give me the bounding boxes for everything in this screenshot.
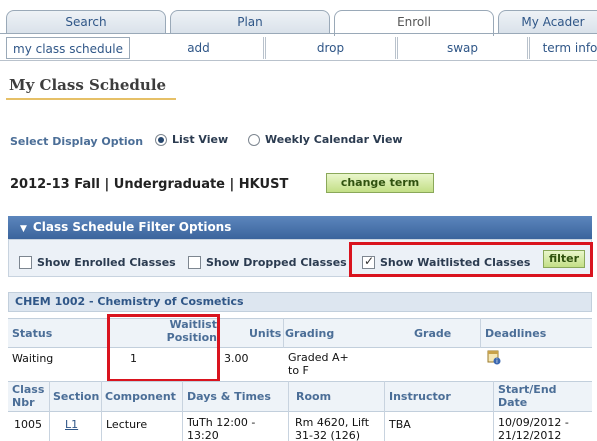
deadlines-header: Deadlines bbox=[485, 327, 547, 340]
filter-header-label: Class Schedule Filter Options bbox=[32, 220, 232, 234]
subtab-add[interactable]: add bbox=[134, 37, 266, 59]
show-dropped-checkbox[interactable] bbox=[188, 256, 201, 269]
grading-header: Grading bbox=[285, 327, 335, 340]
subtab-drop[interactable]: drop bbox=[266, 37, 398, 59]
weekly-calendar-radio[interactable] bbox=[248, 134, 260, 146]
triangle-down-icon: ▼ bbox=[20, 224, 27, 234]
list-view-radio[interactable] bbox=[155, 134, 167, 146]
tab-my-academics[interactable]: My Acader bbox=[498, 10, 597, 34]
highlight-box-filter bbox=[349, 242, 593, 277]
show-enrolled-checkbox[interactable] bbox=[19, 256, 32, 269]
term-text: 2012-13 Fall | Undergraduate | HKUST bbox=[10, 177, 289, 192]
units-value: 3.00 bbox=[224, 352, 249, 365]
status-header: Status bbox=[12, 327, 53, 340]
days-times-value: TuTh 12:00 - 13:20 bbox=[187, 416, 256, 441]
col-divider bbox=[493, 381, 494, 441]
class-nbr-value: 1005 bbox=[14, 418, 42, 431]
weekly-calendar-label[interactable]: Weekly Calendar View bbox=[265, 133, 403, 146]
tab-search[interactable]: Search bbox=[6, 10, 166, 34]
tab-plan[interactable]: Plan bbox=[170, 10, 330, 34]
col-divider bbox=[480, 318, 481, 348]
status-value: Waiting bbox=[12, 352, 54, 365]
show-enrolled-label: Show Enrolled Classes bbox=[37, 256, 176, 269]
display-option-label: Select Display Option bbox=[10, 135, 144, 148]
subtab-divider bbox=[0, 60, 597, 61]
component-header: Component bbox=[105, 390, 176, 403]
start-end-date-value: 10/09/2012 - 21/12/2012 bbox=[498, 416, 569, 441]
subtab-swap[interactable]: swap bbox=[398, 37, 530, 59]
section-link[interactable]: L1 bbox=[65, 418, 78, 431]
class-nbr-header: Class Nbr bbox=[12, 383, 45, 409]
course-title: CHEM 1002 - Chemistry of Cosmetics bbox=[8, 292, 592, 312]
instructor-value: TBA bbox=[389, 418, 411, 431]
page-title: My Class Schedule bbox=[9, 76, 167, 94]
col-divider bbox=[49, 381, 50, 441]
instructor-header: Instructor bbox=[389, 390, 451, 403]
col-divider bbox=[101, 381, 102, 441]
units-header: Units bbox=[249, 327, 282, 340]
grade-header: Grade bbox=[414, 327, 452, 340]
start-end-date-header: Start/End Date bbox=[498, 383, 557, 409]
subtab-my-class-schedule[interactable]: my class schedule bbox=[6, 37, 130, 59]
calendar-icon[interactable]: i bbox=[487, 350, 501, 365]
col-divider bbox=[182, 381, 183, 441]
component-value: Lecture bbox=[106, 418, 148, 431]
title-underline bbox=[6, 98, 176, 100]
subtab-term-info[interactable]: term info bbox=[530, 37, 597, 59]
room-value: Rm 4620, Lift 31-32 (126) bbox=[295, 416, 370, 441]
room-header: Room bbox=[296, 390, 332, 403]
col-divider bbox=[288, 381, 289, 441]
filter-options-header[interactable]: ▼ Class Schedule Filter Options bbox=[8, 216, 592, 239]
col-divider bbox=[384, 381, 385, 441]
list-view-label[interactable]: List View bbox=[172, 133, 228, 146]
tab-divider bbox=[0, 33, 597, 34]
change-term-button[interactable]: change term bbox=[326, 173, 434, 193]
highlight-box-waitlist bbox=[107, 314, 220, 382]
grading-value: Graded A+ to F bbox=[288, 351, 349, 377]
section-header: Section bbox=[53, 390, 100, 403]
show-dropped-label: Show Dropped Classes bbox=[206, 256, 347, 269]
col-divider bbox=[283, 318, 284, 348]
days-times-header: Days & Times bbox=[187, 390, 271, 403]
